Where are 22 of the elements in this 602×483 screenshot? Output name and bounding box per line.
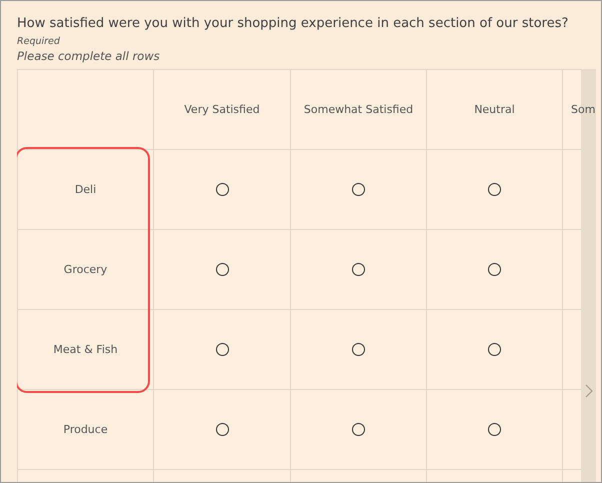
radio-button[interactable] — [216, 343, 228, 356]
column-header: Very Satisfied — [154, 70, 291, 150]
radio-button[interactable] — [488, 263, 501, 276]
column-header: Somewhat Satisfied — [291, 70, 427, 150]
question-text: How satisfied were you with your shopping experience in each section of our stores? — [17, 15, 570, 33]
radio-button[interactable] — [216, 183, 228, 196]
radio-button[interactable] — [488, 183, 501, 196]
radio-button[interactable] — [352, 183, 365, 196]
row-header: Grocery — [18, 230, 154, 310]
required-note: Required — [17, 35, 61, 48]
radio-button[interactable] — [352, 263, 365, 276]
instruction-text: Please complete all rows — [17, 48, 161, 64]
radio-button[interactable] — [352, 423, 365, 436]
radio-button[interactable] — [488, 423, 501, 436]
row-header: Deli — [18, 150, 154, 230]
row-header: Produce — [18, 390, 154, 470]
radio-button[interactable] — [352, 343, 365, 356]
radio-button[interactable] — [216, 263, 228, 276]
column-header: Neutral — [427, 70, 563, 150]
radio-button[interactable] — [488, 343, 501, 356]
row-header: Meat & Fish — [18, 310, 154, 390]
radio-button[interactable] — [216, 423, 228, 436]
